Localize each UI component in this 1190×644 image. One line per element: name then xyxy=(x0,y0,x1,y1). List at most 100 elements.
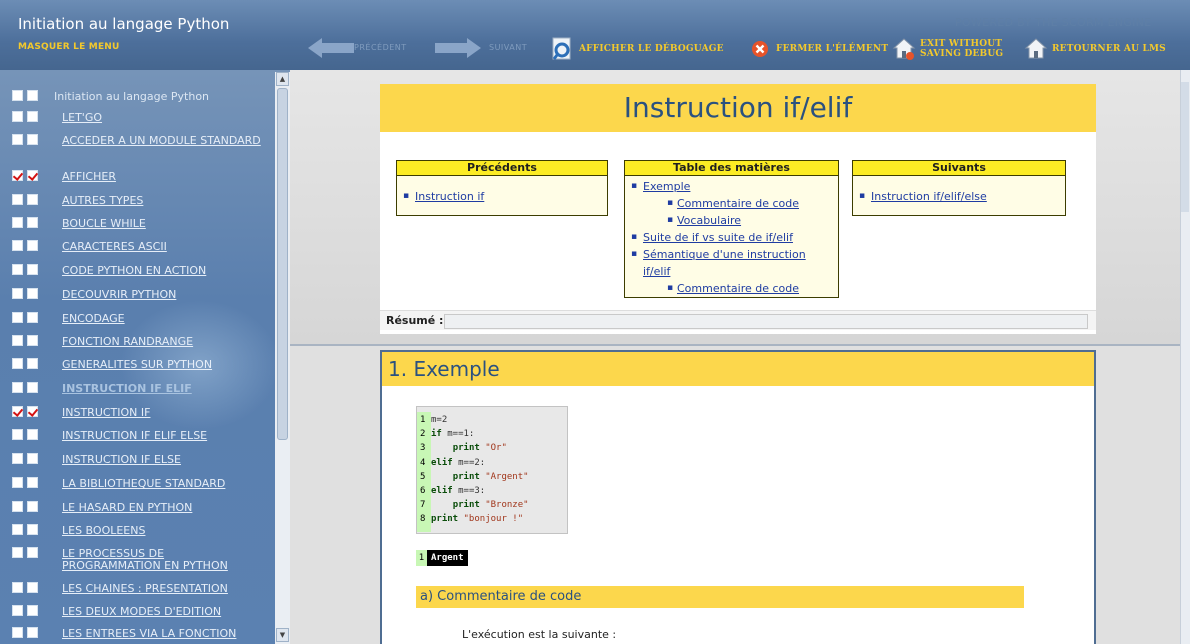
toc-checkboxes xyxy=(12,335,42,346)
completion-checkbox xyxy=(12,627,23,638)
next-arrow-icon[interactable] xyxy=(435,38,481,58)
completion-checkbox xyxy=(12,382,23,393)
completion-checkbox xyxy=(12,170,23,181)
success-checkbox xyxy=(27,194,38,205)
success-checkbox xyxy=(27,134,38,145)
toc-checkboxes xyxy=(12,217,42,228)
exit-without-saving-button[interactable]: EXIT WITHOUT SAVING DEBUG xyxy=(892,36,1003,62)
toc-link[interactable]: INSTRUCTION IF xyxy=(62,407,262,419)
scroll-up-icon[interactable]: ▲ xyxy=(276,72,289,86)
completion-checkbox xyxy=(12,240,23,251)
code-line-number: 8 xyxy=(420,514,426,525)
toc-section-link[interactable]: Sémantique d'une instruction xyxy=(631,246,832,263)
code-line-number: 4 xyxy=(420,457,426,468)
toc-link[interactable]: BOUCLE WHILE xyxy=(62,218,262,230)
previous-button[interactable]: PRÉCÉDENT xyxy=(354,43,407,52)
toc-section-link[interactable]: Vocabulaire xyxy=(631,212,832,229)
toc-checkboxes xyxy=(12,358,42,369)
close-item-button[interactable]: FERMER L'ÉLÉMENT xyxy=(748,36,888,62)
exit-line-2: SAVING DEBUG xyxy=(920,49,1004,59)
success-checkbox xyxy=(27,477,38,488)
code-line: 8 print "bonjour !" xyxy=(417,514,523,525)
content-scrollbar-thumb[interactable] xyxy=(1181,82,1189,212)
toc-section-link[interactable]: if/elif xyxy=(631,263,832,280)
completion-checkbox xyxy=(12,406,23,417)
code-token: "Bronze" xyxy=(485,500,529,511)
toc-link[interactable]: DECOUVRIR PYTHON xyxy=(62,289,262,301)
sidebar-scrollbar-thumb[interactable] xyxy=(277,88,288,440)
frame-divider[interactable] xyxy=(290,344,1180,346)
toc-link[interactable]: CARACTERES ASCII xyxy=(62,241,262,253)
section-title: 1. Exemple xyxy=(382,352,1094,386)
content-area: Instruction if/elif Précédents Instructi… xyxy=(290,70,1190,644)
completion-checkbox xyxy=(12,547,23,558)
exit-without-saving-label: EXIT WITHOUT SAVING DEBUG xyxy=(920,39,1003,59)
scroll-down-icon[interactable]: ▼ xyxy=(276,628,289,642)
previous-page-link[interactable]: Instruction if xyxy=(403,188,601,205)
success-checkbox xyxy=(27,524,38,535)
toc-link[interactable]: INSTRUCTION IF ELIF xyxy=(62,383,262,395)
success-checkbox xyxy=(27,170,38,181)
toc-link[interactable]: AUTRES TYPES xyxy=(62,195,262,207)
completion-checkbox xyxy=(12,264,23,275)
house-warning-icon xyxy=(892,37,916,61)
table-of-contents-list: ExempleCommentaire de codeVocabulaireSui… xyxy=(625,176,838,301)
return-to-lms-button[interactable]: RETOURNER AU LMS xyxy=(1024,36,1166,62)
toc-checkboxes xyxy=(12,477,42,488)
toc-checkboxes xyxy=(12,429,42,440)
toc-section-link[interactable]: Commentaire de code xyxy=(631,280,832,297)
toc-link[interactable]: ACCEDER A UN MODULE STANDARD xyxy=(62,135,262,147)
code-line-number: 3 xyxy=(420,443,426,454)
success-checkbox xyxy=(27,264,38,275)
toc-link[interactable]: LES BOOLEENS xyxy=(62,525,262,537)
success-checkbox xyxy=(27,111,38,122)
toc-link[interactable]: LET'GO xyxy=(62,112,262,124)
toc-link[interactable]: ENCODAGE xyxy=(62,313,262,325)
show-debug-button[interactable]: AFFICHER LE DÉBOGUAGE xyxy=(551,36,724,62)
toc-section-link[interactable]: Exemple xyxy=(631,178,832,195)
toc-section-link[interactable]: Commentaire de code xyxy=(631,195,832,212)
execution-text: L'exécution est la suivante : xyxy=(462,628,617,641)
code-token: print xyxy=(452,500,480,511)
toc-link[interactable]: INSTRUCTION IF ELSE xyxy=(62,454,262,466)
completion-checkbox xyxy=(12,358,23,369)
toc-link[interactable]: CODE PYTHON EN ACTION xyxy=(62,265,262,277)
toc-link[interactable]: AFFICHER xyxy=(62,171,262,183)
toc-link[interactable]: LES ENTREES VIA LA FONCTION xyxy=(62,628,262,640)
code-token: elif xyxy=(431,457,453,468)
toc-link[interactable]: LE PROCESSUS DE PROGRAMMATION EN PYTHON xyxy=(62,548,262,572)
toc-checkboxes xyxy=(12,194,42,205)
toc-link[interactable]: INSTRUCTION IF ELIF ELSE xyxy=(62,430,262,442)
previous-arrow-icon[interactable] xyxy=(308,38,354,58)
code-line-number: 1 xyxy=(420,415,426,425)
output-line-number: 1 xyxy=(416,550,427,566)
code-token: m==1: xyxy=(441,429,475,440)
table-of-contents-box: Table des matières ExempleCommentaire de… xyxy=(624,160,839,298)
toc-link[interactable]: LE HASARD EN PYTHON xyxy=(62,502,262,514)
completion-checkbox xyxy=(12,524,23,535)
success-checkbox xyxy=(27,358,38,369)
code-line: 7 print "Bronze" xyxy=(417,500,529,511)
success-checkbox xyxy=(27,627,38,638)
toc-checkboxes xyxy=(12,312,42,323)
toc-link[interactable]: GENERALITES SUR PYTHON xyxy=(62,359,262,371)
code-token: elif xyxy=(431,486,453,496)
toc-link[interactable]: LA BIBLIOTHEQUE STANDARD xyxy=(62,478,262,490)
top-bar: Initiation au langage Python MASQUER LE … xyxy=(0,0,1190,70)
code-line: 4 elif m==2: xyxy=(417,458,485,469)
toc-link[interactable]: LES CHAINES : PRESENTATION xyxy=(62,583,262,595)
toc-checkboxes xyxy=(12,406,42,417)
next-page-link[interactable]: Instruction if/elif/else xyxy=(859,188,1059,205)
output-text: Argent xyxy=(431,553,464,563)
toc-link[interactable]: LES DEUX MODES D'EDITION xyxy=(62,606,262,618)
toc-link[interactable]: FONCTION RANDRANGE xyxy=(62,336,262,348)
toc-section-link[interactable]: Suite de if vs suite de if/elif xyxy=(631,229,832,246)
hide-menu-link[interactable]: MASQUER LE MENU xyxy=(18,42,120,52)
next-button[interactable]: SUIVANT xyxy=(489,43,527,52)
code-line-number: 5 xyxy=(420,471,426,482)
previous-pages-heading: Précédents xyxy=(397,161,607,176)
toc-checkboxes xyxy=(12,501,42,512)
page-title: Instruction if/elif xyxy=(380,84,1096,132)
